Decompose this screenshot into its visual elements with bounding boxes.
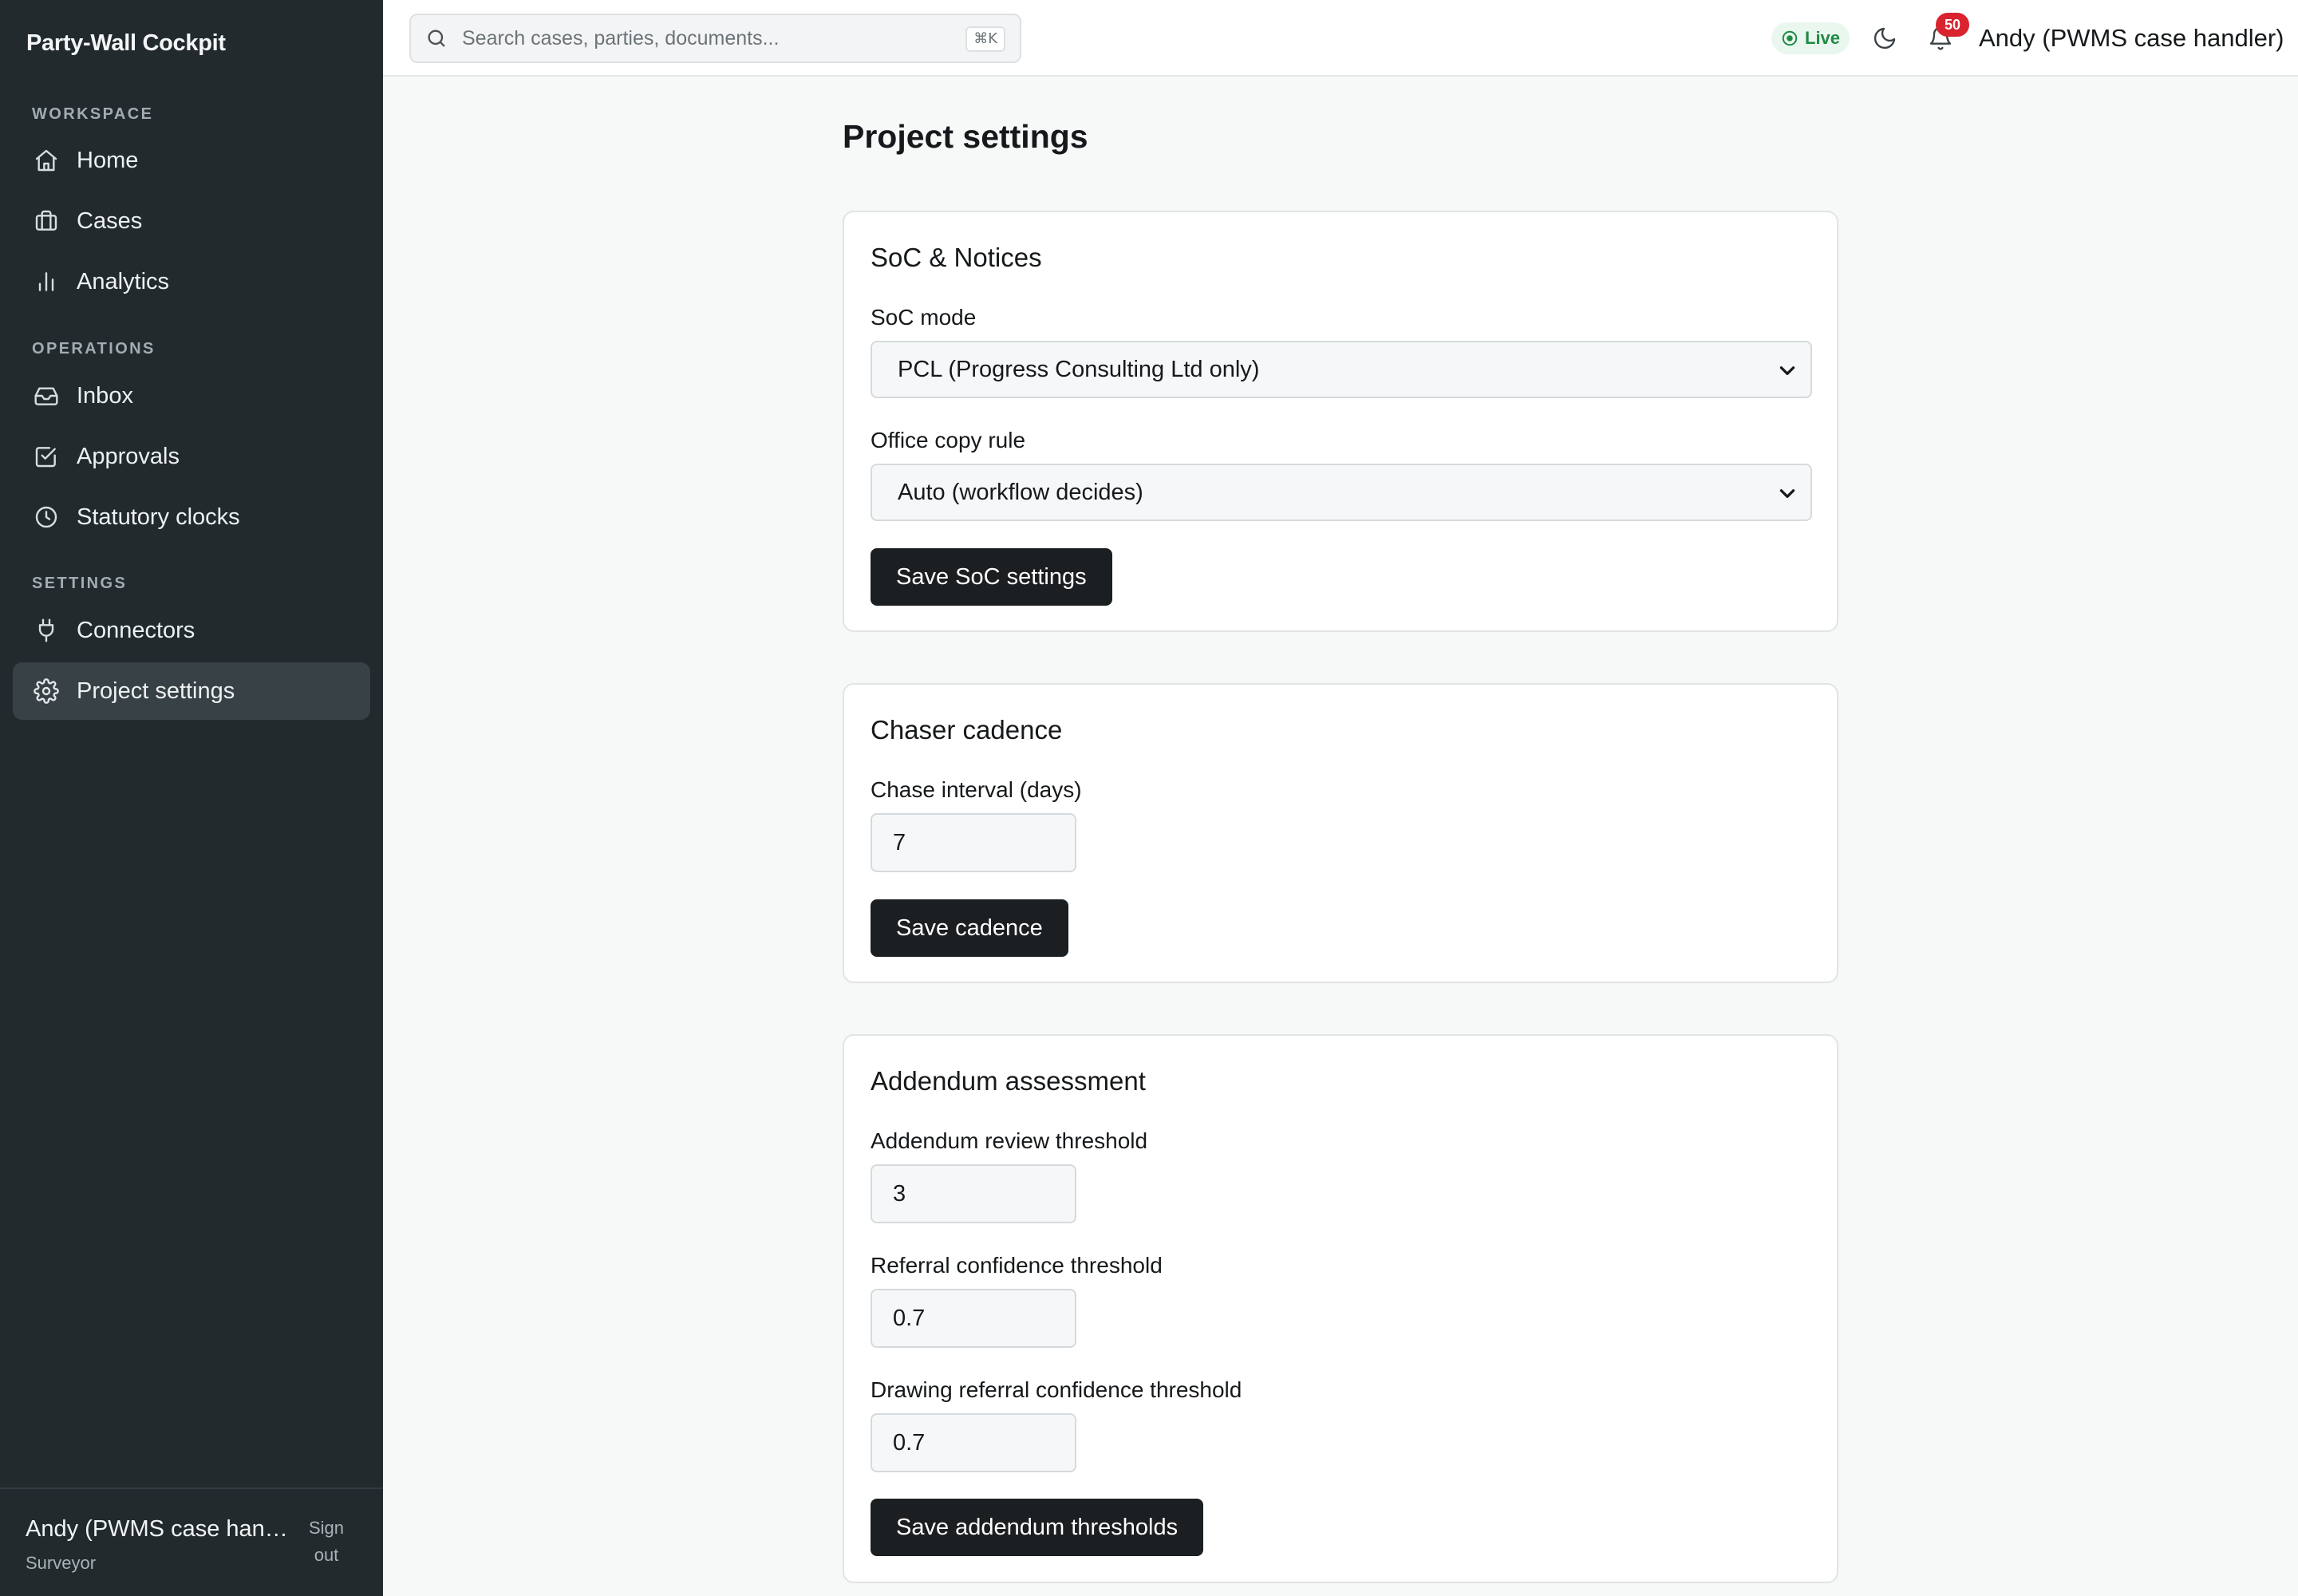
soc-mode-value: PCL (Progress Consulting Ltd only) (898, 356, 1260, 382)
notification-count-badge: 50 (1936, 13, 1969, 37)
sidebar-item-label: Statutory clocks (77, 504, 240, 530)
office-copy-rule-value: Auto (workflow decides) (898, 479, 1143, 505)
search-placeholder: Search cases, parties, documents... (462, 26, 780, 49)
sidebar-item-inbox[interactable]: Inbox (13, 367, 370, 425)
section-label-workspace: WORKSPACE (32, 105, 154, 123)
chaser-cadence-card: Chaser cadence Chase interval (days) 7 S… (843, 683, 1838, 983)
sidebar: Party-Wall Cockpit WORKSPACE Home Cases … (0, 0, 383, 1596)
sidebar-item-label: Home (77, 147, 139, 173)
soc-notices-card: SoC & Notices SoC mode PCL (Progress Con… (843, 211, 1838, 632)
page-title: Project settings (843, 118, 1088, 155)
search-input[interactable]: Search cases, parties, documents... ⌘K (409, 14, 1021, 63)
app-title: Party-Wall Cockpit (26, 30, 226, 56)
chase-interval-label: Chase interval (days) (871, 777, 1082, 802)
addendum-review-threshold-input[interactable]: 3 (871, 1164, 1076, 1223)
current-user-role: Surveyor (26, 1553, 97, 1573)
drawing-referral-confidence-threshold-label: Drawing referral confidence threshold (871, 1377, 1242, 1402)
section-label-operations: OPERATIONS (32, 340, 156, 358)
save-cadence-button[interactable]: Save cadence (871, 899, 1068, 957)
card-title: SoC & Notices (871, 243, 1042, 272)
referral-confidence-threshold-label: Referral confidence threshold (871, 1253, 1163, 1278)
card-title: Addendum assessment (871, 1066, 1146, 1096)
office-copy-rule-select[interactable]: Auto (workflow decides) (871, 464, 1812, 521)
current-user-name: Andy (PWMS case handler) (26, 1516, 289, 1542)
live-dot-icon (1782, 30, 1798, 46)
chevron-down-icon (1779, 366, 1795, 375)
live-label: Live (1805, 28, 1841, 48)
user-menu[interactable]: Andy (PWMS case handler) (1979, 22, 2284, 54)
chevron-down-icon (1779, 489, 1795, 498)
inbox-icon (32, 381, 61, 410)
topbar: Search cases, parties, documents... ⌘K L… (383, 0, 2298, 77)
sidebar-item-label: Inbox (77, 382, 133, 409)
clock-icon (32, 503, 61, 531)
drawing-referral-confidence-threshold-input[interactable]: 0.7 (871, 1413, 1076, 1472)
sidebar-item-label: Connectors (77, 617, 195, 643)
moon-icon (1874, 27, 1896, 49)
sidebar-item-label: Project settings (77, 678, 235, 704)
briefcase-icon (32, 207, 61, 235)
sidebar-item-label: Analytics (77, 268, 170, 294)
sidebar-item-cases[interactable]: Cases (13, 192, 370, 250)
referral-confidence-threshold-input[interactable]: 0.7 (871, 1289, 1076, 1348)
office-copy-rule-label: Office copy rule (871, 428, 1026, 452)
check-square-icon (32, 442, 61, 471)
search-shortcut: ⌘K (965, 26, 1005, 52)
home-icon (32, 146, 61, 175)
search-icon (428, 30, 445, 47)
soc-mode-select[interactable]: PCL (Progress Consulting Ltd only) (871, 341, 1812, 398)
sidebar-item-approvals[interactable]: Approvals (13, 428, 370, 485)
sign-out-button[interactable]: Sign out (298, 1515, 354, 1569)
sidebar-item-home[interactable]: Home (13, 132, 370, 189)
addendum-review-threshold-label: Addendum review threshold (871, 1128, 1148, 1153)
plug-icon (32, 616, 61, 645)
card-title: Chaser cadence (871, 715, 1063, 745)
sidebar-item-label: Cases (77, 207, 143, 234)
chase-interval-input[interactable]: 7 (871, 813, 1076, 872)
addendum-assessment-card: Addendum assessment Addendum review thre… (843, 1034, 1838, 1583)
sidebar-item-connectors[interactable]: Connectors (13, 602, 370, 659)
live-status-badge: Live (1771, 22, 1850, 54)
save-addendum-thresholds-button[interactable]: Save addendum thresholds (871, 1499, 1204, 1556)
sidebar-item-label: Approvals (77, 443, 180, 469)
soc-mode-label: SoC mode (871, 305, 977, 330)
sidebar-item-statutory-clocks[interactable]: Statutory clocks (13, 488, 370, 546)
sidebar-footer: Andy (PWMS case handler) Surveyor Sign o… (0, 1487, 383, 1596)
sidebar-item-project-settings[interactable]: Project settings (13, 662, 370, 720)
save-soc-settings-button[interactable]: Save SoC settings (871, 548, 1112, 606)
section-label-settings: SETTINGS (32, 575, 128, 592)
bar-chart-icon (32, 267, 61, 296)
gear-icon (32, 677, 61, 705)
theme-toggle-button[interactable] (1869, 22, 1901, 54)
sidebar-item-analytics[interactable]: Analytics (13, 253, 370, 310)
